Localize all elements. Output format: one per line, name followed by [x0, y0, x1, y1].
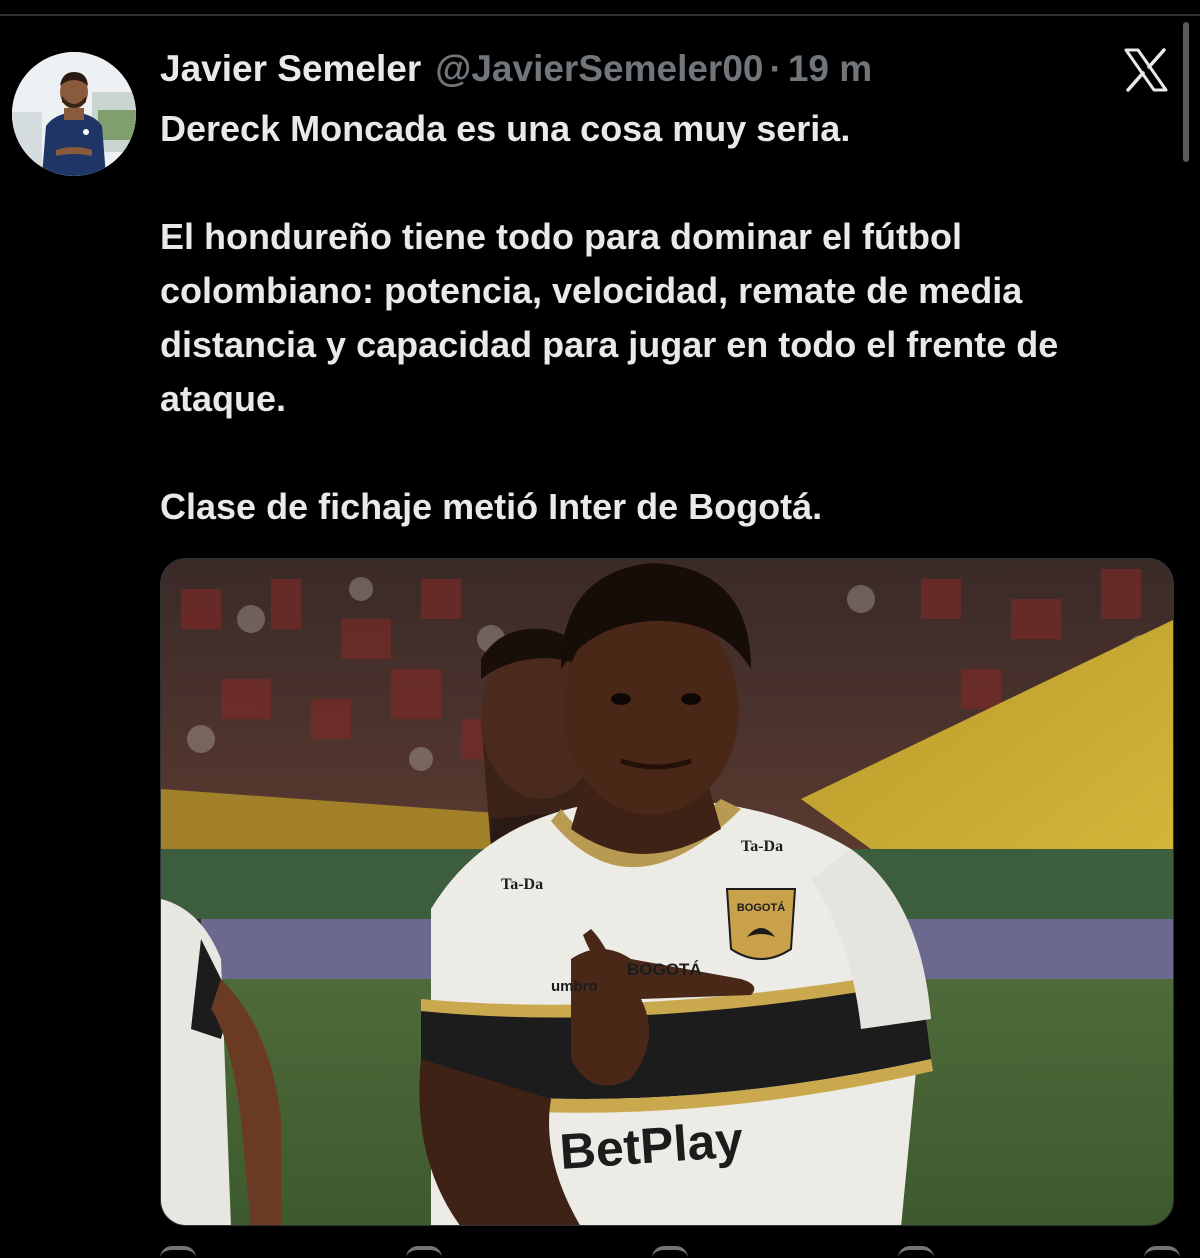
scrollbar-thumb[interactable]	[1183, 22, 1189, 162]
player-photo: BOGOTÁ Ta-Da Ta-Da BOGOTÁ umbro BetPlay	[161, 559, 1173, 1225]
author-display-name[interactable]: Javier Semeler	[160, 48, 421, 90]
x-logo-icon	[1122, 46, 1170, 94]
avatar-image	[12, 52, 136, 176]
header-separator: ·	[769, 48, 782, 89]
post-text-paragraph-3: Clase de fichaje metió Inter de Bogotá.	[160, 486, 823, 527]
post-media-photo[interactable]: BOGOTÁ Ta-Da Ta-Da BOGOTÁ umbro BetPlay	[160, 558, 1174, 1226]
post-text: Dereck Moncada es una cosa muy seria. El…	[160, 102, 1180, 534]
post-header: Javier Semeler @JavierSemeler00 · 19 m	[160, 46, 872, 92]
share-icon[interactable]	[1144, 1246, 1180, 1258]
post-timestamp[interactable]: 19 m	[788, 48, 872, 90]
avatar[interactable]	[12, 52, 136, 176]
reply-icon[interactable]	[160, 1246, 196, 1258]
jersey-maker: umbro	[551, 978, 598, 995]
jersey-brand-left: Ta-Da	[501, 876, 543, 893]
jersey-city: BOGOTÁ	[627, 960, 702, 979]
views-icon[interactable]	[898, 1246, 934, 1258]
like-icon[interactable]	[652, 1246, 688, 1258]
post-text-paragraph-1: Dereck Moncada es una cosa muy seria.	[160, 108, 851, 149]
repost-icon[interactable]	[406, 1246, 442, 1258]
post-text-paragraph-2: El hondureño tiene todo para dominar el …	[160, 216, 1059, 419]
author-handle[interactable]: @JavierSemeler00	[435, 48, 763, 90]
jersey-brand-right: Ta-Da	[741, 838, 783, 855]
top-divider	[0, 14, 1200, 16]
post-action-bar	[160, 1246, 1180, 1258]
crest-text: BOGOTÁ	[737, 901, 785, 914]
